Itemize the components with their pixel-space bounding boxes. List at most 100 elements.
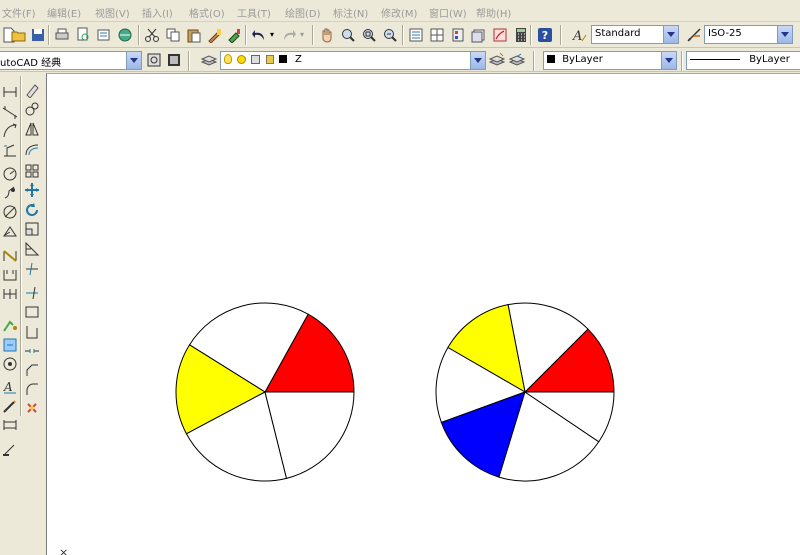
revision-cloud-icon[interactable] xyxy=(2,223,18,239)
zoom-window-icon[interactable] xyxy=(360,26,378,44)
chevron-down-icon[interactable] xyxy=(661,52,676,69)
properties-icon[interactable] xyxy=(407,26,425,44)
open-icon[interactable] xyxy=(10,26,28,44)
arc-icon[interactable] xyxy=(2,185,18,201)
tool-palettes-icon[interactable] xyxy=(449,26,467,44)
help-icon[interactable]: ? xyxy=(536,26,554,44)
spline-icon[interactable] xyxy=(2,248,18,264)
scale-icon[interactable] xyxy=(24,221,40,237)
polyline-icon[interactable] xyxy=(2,123,18,139)
menu-insert[interactable]: 插入(I) xyxy=(142,5,173,20)
menu-file[interactable]: 文件(F) xyxy=(2,5,36,20)
break-at-point-icon[interactable] xyxy=(24,304,40,320)
explode-icon[interactable] xyxy=(24,400,40,416)
chevron-down-icon[interactable] xyxy=(777,26,792,43)
markup-icon[interactable] xyxy=(491,26,509,44)
chevron-down-icon[interactable] xyxy=(663,26,678,43)
make-object-layer-current-icon[interactable] xyxy=(488,51,506,69)
region-icon[interactable] xyxy=(2,398,18,414)
undo-dropdown-icon[interactable]: ▾ xyxy=(268,26,276,44)
construction-line-icon[interactable] xyxy=(2,104,18,120)
layer-manager-icon[interactable] xyxy=(200,51,218,69)
dim-style-icon[interactable] xyxy=(685,26,703,44)
menu-help[interactable]: 帮助(H) xyxy=(476,5,511,20)
break-icon[interactable] xyxy=(24,324,40,340)
my-workspace-icon[interactable] xyxy=(165,51,183,69)
menu-edit[interactable]: 编辑(E) xyxy=(47,5,81,20)
trim-icon[interactable] xyxy=(24,261,40,277)
layer-select[interactable]: Z xyxy=(220,51,486,70)
gradient-icon[interactable]: A xyxy=(2,379,18,395)
offset-icon[interactable] xyxy=(24,141,40,157)
join-icon[interactable] xyxy=(24,343,40,359)
undo-icon[interactable] xyxy=(250,26,268,44)
layers-toolbar: utoCAD 经典 Z ByLayer ByLayer xyxy=(0,48,800,72)
block-editor-icon[interactable] xyxy=(225,26,243,44)
redo-dropdown-icon[interactable]: ▾ xyxy=(298,26,306,44)
linetype-swatch xyxy=(690,58,740,60)
menu-tools[interactable]: 工具(T) xyxy=(237,5,271,20)
layer-previous-icon[interactable] xyxy=(508,51,526,69)
stretch-icon[interactable] xyxy=(24,241,40,257)
rotate-icon[interactable] xyxy=(24,202,40,218)
multiline-text-icon[interactable] xyxy=(2,441,18,457)
line-icon[interactable] xyxy=(2,84,18,100)
design-center-icon[interactable] xyxy=(428,26,446,44)
chevron-down-icon[interactable] xyxy=(470,52,485,69)
array-icon[interactable] xyxy=(24,163,40,179)
color-select[interactable]: ByLayer xyxy=(543,51,677,70)
menu-format[interactable]: 格式(O) xyxy=(189,5,225,20)
quickcalc-icon[interactable] xyxy=(512,26,530,44)
make-block-icon[interactable] xyxy=(2,318,18,334)
redo-icon[interactable] xyxy=(280,26,298,44)
menu-dimension[interactable]: 标注(N) xyxy=(333,5,368,20)
move-icon[interactable] xyxy=(24,182,40,198)
linetype-select[interactable]: ByLayer xyxy=(686,51,800,70)
layer-viewport-freeze-icon[interactable] xyxy=(251,54,261,64)
copy-icon[interactable] xyxy=(164,26,182,44)
menu-window[interactable]: 窗口(W) xyxy=(429,5,467,20)
mirror-icon[interactable] xyxy=(24,121,40,137)
polygon-icon[interactable] xyxy=(2,142,18,158)
dim-style-select[interactable]: ISO-25 xyxy=(704,25,793,44)
preview-icon[interactable] xyxy=(74,26,92,44)
paste-icon[interactable] xyxy=(185,26,203,44)
print-icon[interactable] xyxy=(53,26,71,44)
hatch-icon[interactable] xyxy=(2,356,18,372)
sheet-set-icon[interactable] xyxy=(470,26,488,44)
extend-icon[interactable] xyxy=(24,285,40,301)
publish-icon[interactable] xyxy=(95,26,113,44)
match-properties-icon[interactable] xyxy=(206,26,224,44)
chevron-down-icon[interactable] xyxy=(126,52,141,69)
text-style-icon[interactable]: A xyxy=(570,26,588,44)
point-icon[interactable] xyxy=(2,337,18,353)
pie-right[interactable] xyxy=(435,302,615,482)
layer-freeze-icon[interactable] xyxy=(237,54,247,64)
zoom-realtime-icon[interactable] xyxy=(339,26,357,44)
zoom-previous-icon[interactable] xyxy=(381,26,399,44)
insert-block-icon[interactable] xyxy=(2,286,18,302)
save-icon[interactable] xyxy=(29,26,47,44)
pie-left[interactable] xyxy=(175,302,355,482)
text-style-select[interactable]: Standard xyxy=(591,25,679,44)
cut-icon[interactable] xyxy=(143,26,161,44)
3dwf-icon[interactable] xyxy=(116,26,134,44)
copy-object-icon[interactable] xyxy=(24,101,40,117)
menu-draw[interactable]: 绘图(D) xyxy=(285,5,321,20)
workspace-settings-icon[interactable] xyxy=(145,51,163,69)
menu-modify[interactable]: 修改(M) xyxy=(381,5,417,20)
ellipse-icon[interactable] xyxy=(2,267,18,283)
drawing-canvas[interactable]: ⨯ xyxy=(46,73,800,555)
rectangle-icon[interactable] xyxy=(2,166,18,182)
layer-on-icon[interactable] xyxy=(224,54,232,64)
circle-icon[interactable] xyxy=(2,204,18,220)
layer-lock-icon[interactable] xyxy=(265,54,274,64)
menu-view[interactable]: 视图(V) xyxy=(95,5,130,20)
workspace-select[interactable]: utoCAD 经典 xyxy=(0,51,142,70)
pan-icon[interactable] xyxy=(318,26,336,44)
erase-icon[interactable] xyxy=(24,82,40,99)
chamfer-icon[interactable] xyxy=(24,362,40,378)
fillet-icon[interactable] xyxy=(24,381,40,397)
table-icon[interactable] xyxy=(2,417,18,433)
ucs-icon: ⨯ xyxy=(59,546,69,555)
